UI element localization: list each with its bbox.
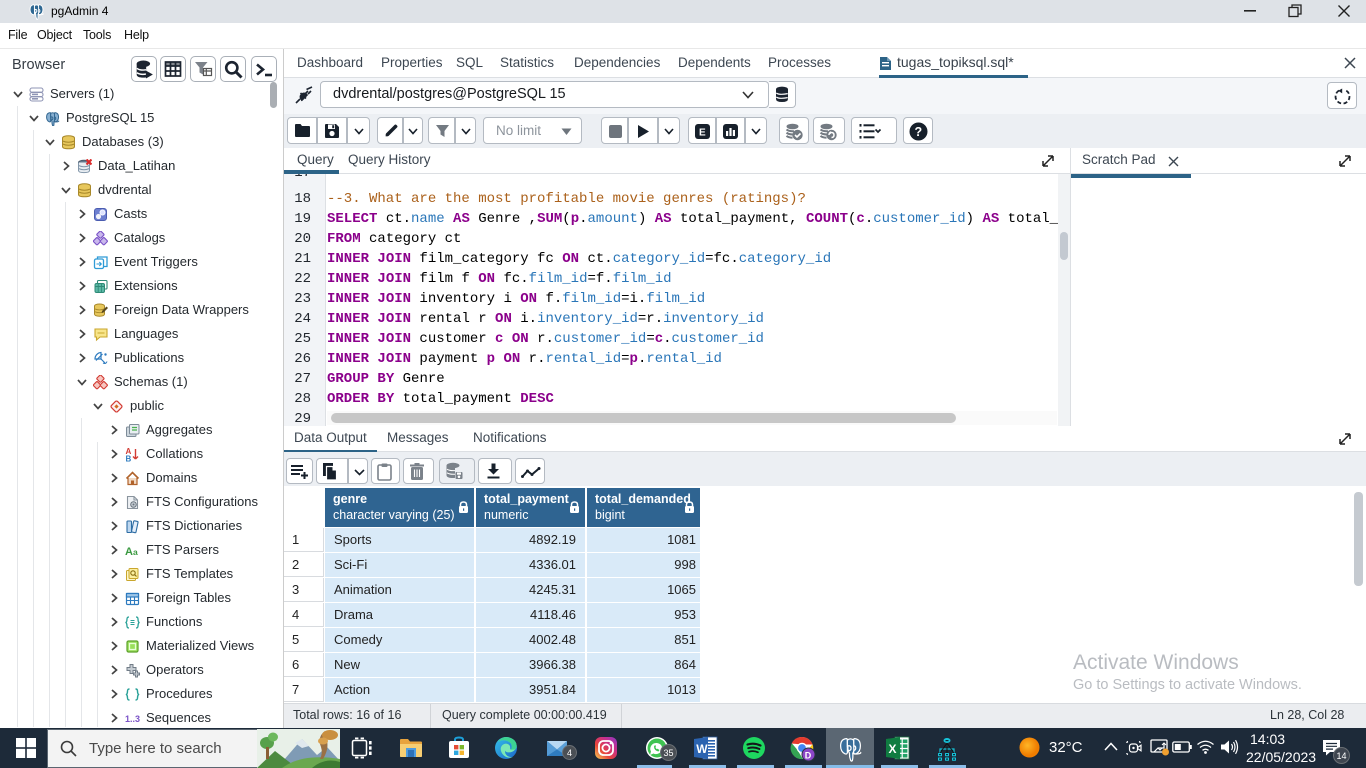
svg-text:B: B [126,455,132,463]
svg-text:A: A [125,546,133,558]
svg-text:D: D [805,751,812,761]
svg-text:1..3: 1..3 [125,714,140,724]
svg-text:a: a [133,547,138,557]
svg-text:?: ? [915,125,923,139]
svg-text:W: W [696,742,708,756]
svg-text:X: X [889,742,897,756]
svg-text:E: E [699,128,706,139]
